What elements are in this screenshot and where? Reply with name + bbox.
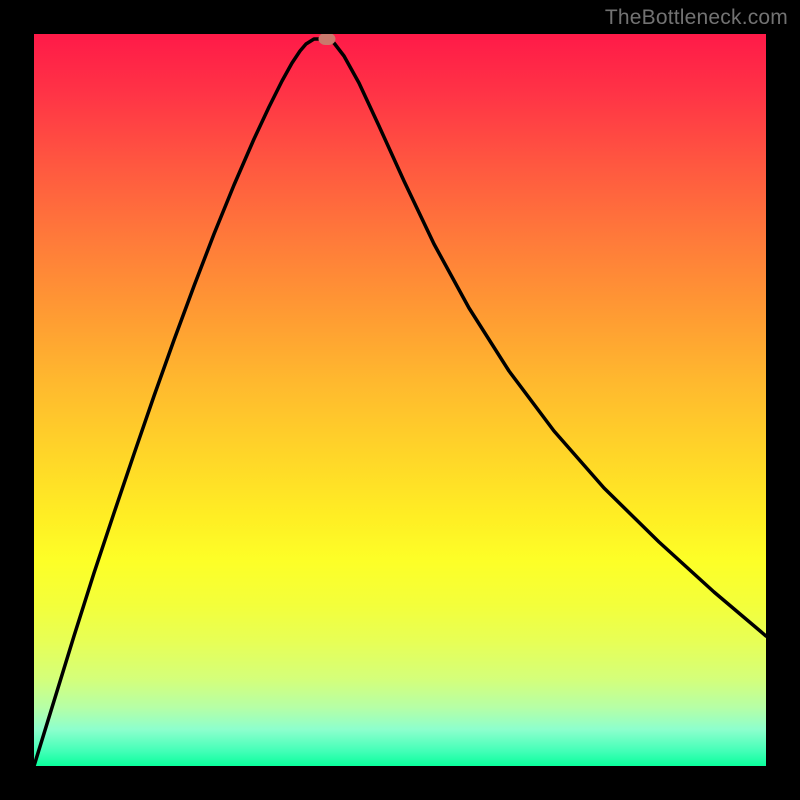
plot-area xyxy=(34,34,766,766)
bottleneck-curve xyxy=(34,34,766,766)
min-point-marker xyxy=(319,34,336,45)
watermark-text: TheBottleneck.com xyxy=(605,6,788,30)
chart-frame: TheBottleneck.com xyxy=(0,0,800,800)
